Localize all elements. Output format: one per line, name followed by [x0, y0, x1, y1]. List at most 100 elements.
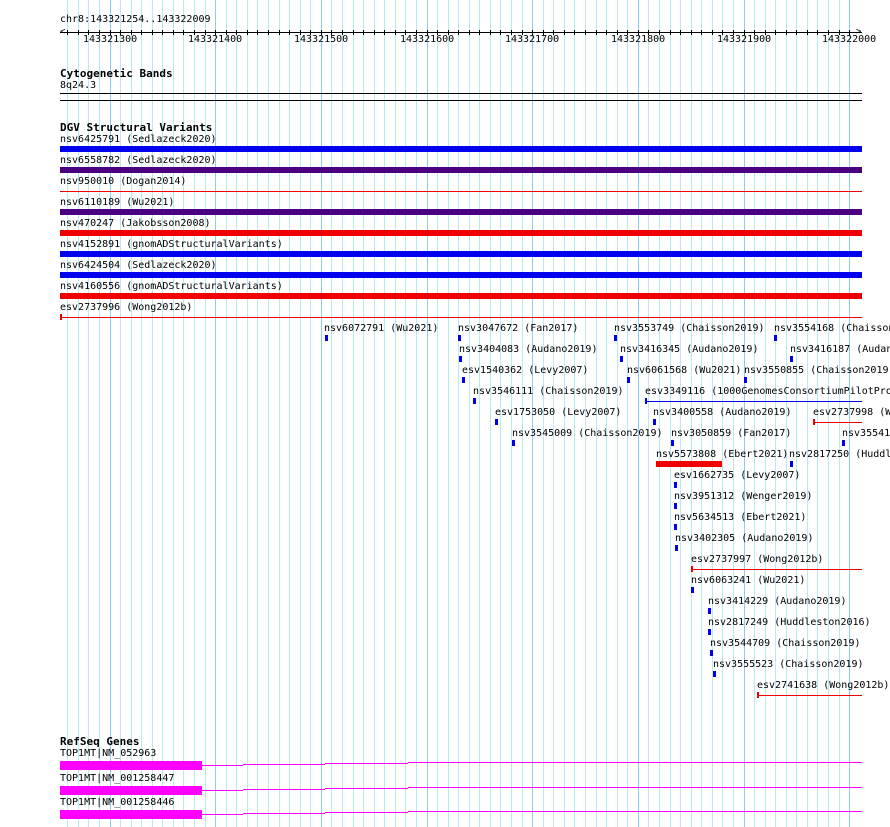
sv-feature-label: nsv4152891 (gnomADStructuralVariants) — [60, 239, 283, 250]
ruler-tick — [247, 30, 248, 35]
sv-bar[interactable] — [60, 146, 862, 152]
sv-bar[interactable] — [674, 482, 677, 488]
sv-bar[interactable] — [620, 356, 623, 362]
sv-feature-label: nsv3404083 (Audano2019) — [459, 344, 598, 355]
sv-bar[interactable] — [675, 545, 678, 551]
ruler-tick — [564, 30, 565, 35]
ruler-tick — [458, 30, 459, 35]
grid-line — [226, 0, 227, 827]
sv-feature-label: nsv470247 (Jakobsson2008) — [60, 218, 211, 229]
sv-feature-label: nsv950010 (Dogan2014) — [60, 176, 187, 187]
genome-browser-view[interactable]: chr8:143321254..143322009 < > 143321300 1… — [0, 0, 890, 827]
sv-bar[interactable] — [691, 569, 862, 570]
sv-bar[interactable] — [674, 503, 677, 509]
ruler-tick-label: 143321700 — [505, 34, 560, 45]
ruler-tick — [78, 30, 79, 35]
sv-bar[interactable] — [614, 335, 617, 341]
sv-bar[interactable] — [60, 272, 862, 278]
ruler-tick — [691, 30, 692, 35]
sv-bar[interactable] — [674, 524, 677, 530]
sv-feature-label: nsv3400558 (Audano2019) — [653, 407, 792, 418]
sv-bar[interactable] — [744, 377, 747, 383]
sv-feature-label: nsv6424504 (Sedlazeck2020) — [60, 260, 217, 271]
sv-bar[interactable] — [60, 317, 862, 318]
ruler-tick — [585, 30, 586, 35]
ruler-tick — [786, 30, 787, 35]
sv-feature-label: esv2737997 (Wong2012b) — [691, 554, 824, 565]
grid-line — [796, 0, 797, 827]
sv-bar[interactable] — [691, 587, 694, 593]
sv-bar[interactable] — [708, 629, 711, 635]
transcript-label: TOP1MT|NM_001258446 — [60, 797, 175, 808]
ruler-tick — [574, 30, 575, 35]
sv-bar[interactable] — [60, 191, 862, 192]
transcript-label: TOP1MT|NM_052963 — [60, 748, 157, 759]
intron-line — [408, 786, 862, 788]
sv-feature-label: nsv3544709 (Chaisson2019) — [710, 638, 861, 649]
intron-line — [202, 765, 243, 766]
grid-line — [638, 0, 639, 827]
sv-bar[interactable] — [60, 251, 862, 257]
sv-bar[interactable] — [656, 461, 722, 467]
sv-bar[interactable] — [708, 608, 711, 614]
sv-bar[interactable] — [710, 650, 713, 656]
ruler-tick-label: 143321500 — [294, 34, 349, 45]
track-title: DGV Structural Variants — [60, 121, 213, 134]
ruler-tick — [469, 30, 470, 35]
sv-bar[interactable] — [653, 419, 656, 425]
sv-bar[interactable] — [60, 209, 862, 215]
sv-feature-label: nsv6558782 (Sedlazeck2020) — [60, 155, 217, 166]
sv-feature-label: nsv2817250 (Huddleston2016) — [789, 449, 890, 460]
ruler-tick — [670, 30, 671, 35]
sv-bar[interactable] — [671, 440, 674, 446]
sv-bar[interactable] — [473, 398, 476, 404]
transcript-label: TOP1MT|NM_001258447 — [60, 772, 175, 784]
sv-feature-label: nsv3050859 (Fan2017) — [671, 428, 792, 439]
sv-feature-label: nsv3554168 (Chaisson2019) — [774, 323, 890, 334]
ruler-tick — [374, 30, 375, 35]
sv-bar[interactable] — [757, 695, 862, 696]
grid-line — [268, 0, 269, 827]
grid-line — [300, 0, 301, 827]
ruler-tick — [490, 30, 491, 35]
sv-bar[interactable] — [325, 335, 328, 341]
ruler-tick — [596, 30, 597, 35]
sv-bar[interactable] — [790, 356, 793, 362]
exon[interactable] — [60, 810, 202, 819]
sv-bar[interactable] — [842, 440, 845, 446]
ruler-tick-label: 143322000 — [822, 34, 877, 45]
sv-bar[interactable] — [645, 401, 862, 402]
sv-bar-start — [757, 692, 759, 698]
sv-bar[interactable] — [512, 440, 515, 446]
ruler-tick-label: 143321600 — [400, 34, 455, 45]
sv-bar[interactable] — [458, 335, 461, 341]
sv-bar[interactable] — [713, 671, 716, 677]
ruler-tick — [680, 30, 681, 35]
sv-bar[interactable] — [790, 461, 793, 467]
ruler-tick — [606, 30, 607, 35]
grid-line — [257, 0, 258, 827]
sv-bar[interactable] — [60, 167, 862, 173]
sv-bar[interactable] — [627, 377, 630, 383]
sv-bar[interactable] — [774, 335, 777, 341]
exon[interactable] — [60, 785, 202, 795]
ruler-tick — [152, 30, 153, 35]
ruler-tick — [701, 30, 702, 35]
sv-bar[interactable] — [462, 377, 465, 383]
intron-line — [325, 763, 408, 764]
grid-line — [279, 0, 280, 827]
sv-feature-label: nsv3545009 (Chaisson2019) — [512, 428, 663, 439]
sv-feature-label: esv2741638 (Wong2012b) — [757, 680, 890, 691]
ruler-tick — [817, 30, 818, 35]
sv-bar[interactable] — [60, 230, 862, 236]
grid-line — [374, 0, 375, 827]
sv-bar[interactable] — [60, 293, 862, 299]
band-label: 8q24.3 — [60, 80, 97, 91]
sv-bar[interactable] — [813, 422, 862, 423]
sv-bar[interactable] — [459, 356, 462, 362]
sv-bar[interactable] — [495, 419, 498, 425]
sv-feature-label: nsv2817249 (Huddleston2016) — [708, 617, 871, 628]
ruler-tick — [268, 30, 269, 35]
grid-line — [289, 0, 290, 827]
exon[interactable] — [60, 761, 202, 770]
